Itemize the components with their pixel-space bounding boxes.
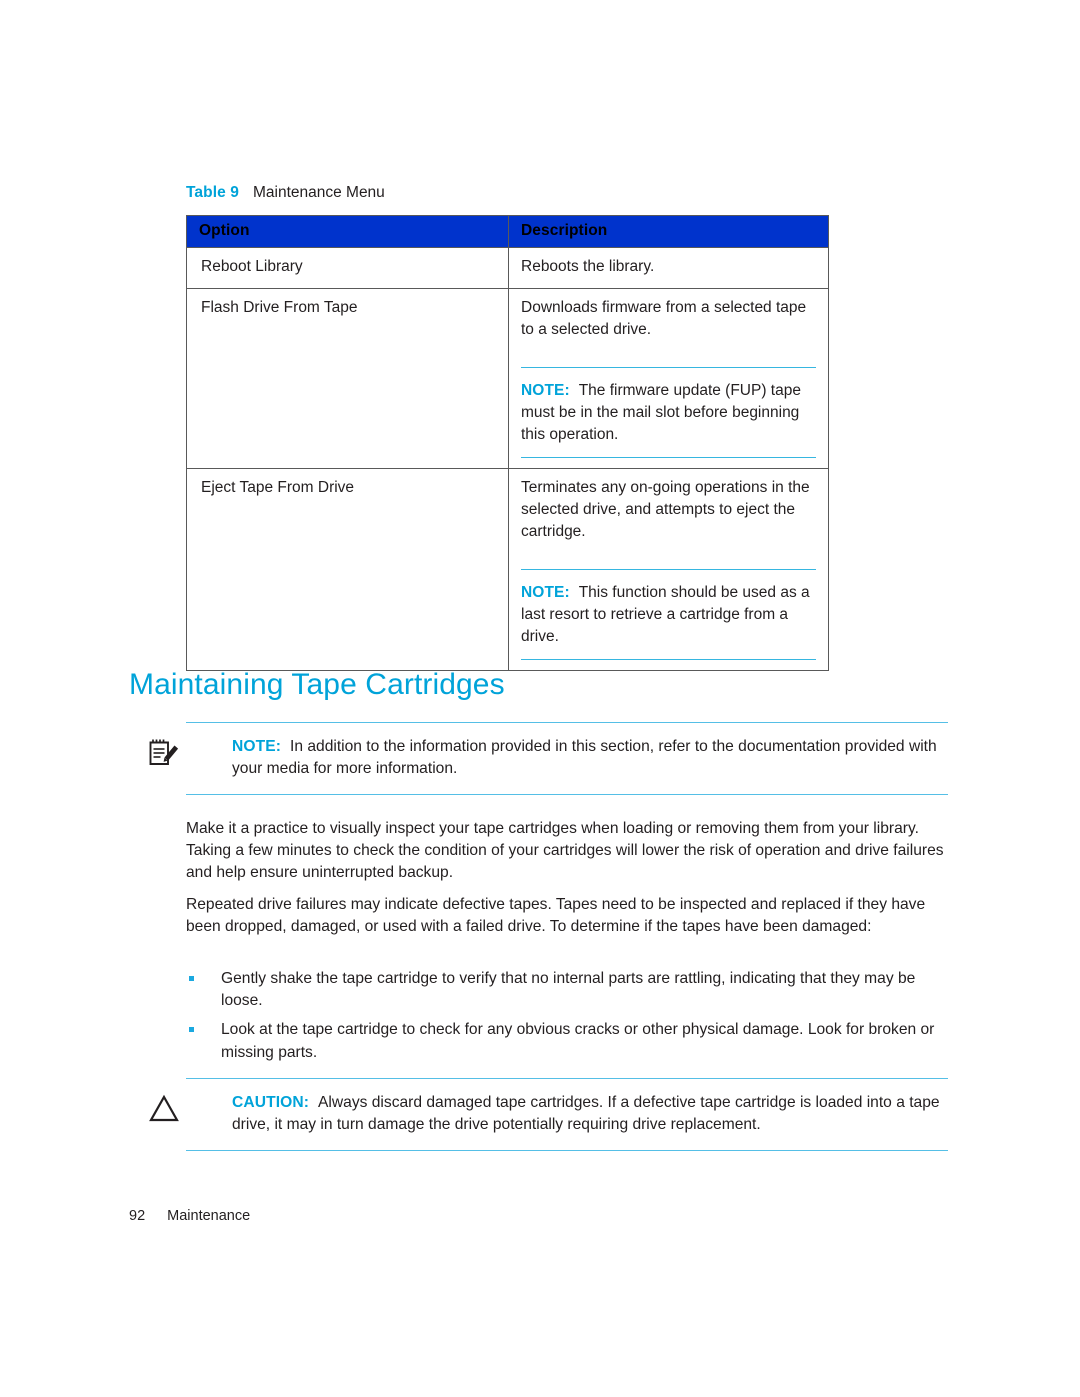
cell-description: Downloads firmware from a selected tape … (508, 288, 829, 469)
list-item: Look at the tape cartridge to check for … (186, 1019, 948, 1063)
caution-text: Always discard damaged tape cartridges. … (232, 1094, 940, 1134)
caution-keyword: CAUTION: (232, 1094, 310, 1111)
notepad-pencil-icon (144, 733, 184, 773)
note-content: NOTE: In addition to the information prov… (149, 723, 948, 794)
cell-note: NOTE: The firmware update (FUP) tape must… (521, 367, 816, 458)
note-text: In addition to the information provided … (232, 738, 937, 778)
document-page: Table 9 Maintenance Menu Option Descripti… (0, 0, 1080, 1397)
list-item: Gently shake the tape cartridge to verif… (186, 968, 948, 1012)
warning-triangle-icon (144, 1089, 184, 1129)
cell-option: Reboot Library (186, 247, 509, 289)
note-body: NOTE: The firmware update (FUP) tape must… (521, 368, 816, 457)
note-keyword: NOTE: (521, 382, 570, 399)
table-caption: Table 9 Maintenance Menu (186, 183, 385, 202)
caution-rule-bottom (186, 1150, 948, 1152)
body-paragraph: Make it a practice to visually inspect y… (186, 820, 944, 882)
maintenance-menu-table: Option Description Reboot Library Reboot… (186, 215, 829, 671)
note-rule-bottom (521, 659, 816, 660)
note-rule-bottom (521, 457, 816, 458)
note-keyword: NOTE: (521, 584, 570, 601)
inspection-bullet-list: Gently shake the tape cartridge to verif… (186, 968, 948, 1071)
bullet-icon (189, 1027, 194, 1033)
table-header-row: Option Description (186, 215, 829, 248)
table-row: Flash Drive From Tape Downloads firmware… (186, 288, 829, 469)
cell-option: Eject Tape From Drive (186, 468, 509, 671)
page-footer: 92 Maintenance (129, 1208, 250, 1224)
list-item-text: Look at the tape cartridge to check for … (221, 1021, 935, 1061)
table-row: Reboot Library Reboots the library. (186, 247, 829, 289)
bullet-icon (189, 976, 194, 981)
note-keyword: NOTE: (232, 738, 282, 755)
column-header-option: Option (186, 215, 509, 248)
page-number: 92 (129, 1208, 146, 1224)
cell-description-text: Reboots the library. (521, 258, 655, 275)
cell-option: Flash Drive From Tape (186, 288, 509, 469)
cell-description: Terminates any on-going operations in th… (508, 468, 829, 671)
cell-note: NOTE: This function should be used as a l… (521, 569, 816, 660)
note-rule-bottom (186, 794, 948, 796)
cell-description: Reboots the library. (508, 247, 829, 289)
list-item-text: Gently shake the tape cartridge to verif… (221, 970, 916, 1010)
cell-description-text: Terminates any on-going operations in th… (521, 479, 810, 540)
caution-admonition: CAUTION: Always discard damaged tape cart… (149, 1078, 948, 1152)
footer-section-name: Maintenance (167, 1208, 251, 1224)
table-row: Eject Tape From Drive Terminates any on-… (186, 468, 829, 671)
cell-description-text: Downloads firmware from a selected tape … (521, 299, 807, 338)
note-admonition: NOTE: In addition to the information prov… (149, 722, 948, 796)
table-caption-title: Maintenance Menu (252, 184, 385, 201)
note-body: NOTE: This function should be used as a l… (521, 570, 816, 659)
page-title: Maintaining Tape Cartridges (129, 668, 505, 701)
body-paragraph: Repeated drive failures may indicate def… (186, 896, 926, 936)
column-header-description: Description (508, 215, 829, 248)
caution-content: CAUTION: Always discard damaged tape cart… (149, 1079, 948, 1150)
table-caption-label: Table 9 (186, 184, 239, 201)
